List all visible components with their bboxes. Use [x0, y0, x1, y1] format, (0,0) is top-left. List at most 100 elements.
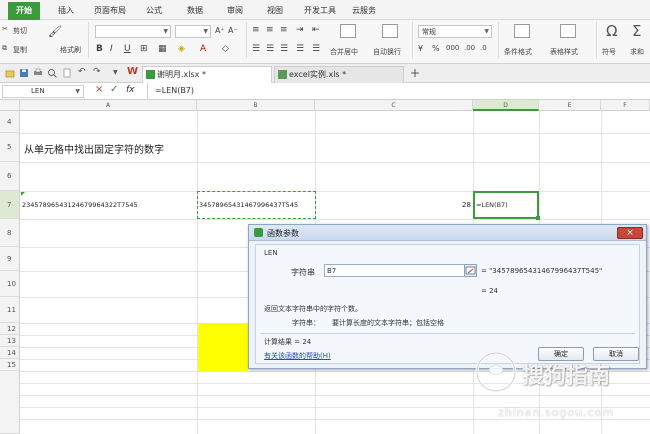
tab-formulas[interactable]: 公式 [141, 3, 167, 19]
align-left-icon[interactable]: ☰ [252, 44, 260, 54]
dialog-title-bar[interactable]: 函数参数 × [249, 225, 646, 241]
save-icon[interactable] [19, 68, 29, 78]
justify-icon[interactable]: ☰ [296, 44, 304, 54]
cancel-formula-button[interactable]: × [95, 84, 103, 95]
grid-icon[interactable]: ▦ [158, 44, 167, 54]
thousands-icon[interactable]: 000 [446, 44, 459, 52]
new-tab-icon[interactable]: + [410, 66, 420, 80]
format-icon[interactable] [62, 68, 72, 78]
confirm-formula-button[interactable]: ✓ [110, 84, 118, 95]
row-header[interactable]: 13 [0, 335, 20, 347]
column-header-d[interactable]: D [473, 100, 539, 111]
clear-format-icon[interactable]: ◇ [222, 44, 229, 54]
tab-insert[interactable]: 插入 [52, 3, 80, 19]
dropdown-arrow-icon[interactable]: ▼ [113, 69, 118, 76]
preview-icon[interactable] [47, 68, 57, 78]
row-header[interactable]: 8 [0, 219, 20, 247]
tab-developer[interactable]: 开发工具 [300, 3, 340, 19]
font-grow-icon[interactable]: A⁺ [215, 26, 225, 35]
align-bottom-icon[interactable]: ≡ [280, 25, 288, 35]
italic-button[interactable]: I [110, 44, 113, 54]
underline-button[interactable]: U [124, 44, 131, 54]
align-center-icon[interactable]: ☰ [266, 44, 274, 54]
number-format-combo[interactable]: 常规 ▼ [418, 25, 492, 38]
copy-icon[interactable]: ⧉ [2, 44, 7, 53]
tab-data[interactable]: 数据 [182, 3, 208, 19]
cell-b7[interactable]: 34578965431467996437T545 [199, 201, 298, 209]
decrease-decimal-icon[interactable]: .0 [480, 44, 487, 52]
print-icon[interactable] [33, 68, 43, 78]
scissors-icon[interactable]: ✂ [2, 25, 8, 33]
highlighted-cells[interactable] [198, 324, 248, 371]
font-shrink-icon[interactable]: A⁻ [228, 26, 238, 35]
undo-icon[interactable]: ↶ [78, 67, 86, 77]
row-header[interactable]: 9 [0, 247, 20, 271]
sum-button[interactable]: 求和 [630, 47, 644, 57]
help-link[interactable]: 有关该函数的帮助(H) [264, 351, 331, 361]
close-button[interactable]: × [617, 227, 643, 239]
border-icon[interactable]: ⊞ [140, 44, 148, 54]
tab-home[interactable]: 开始 [8, 2, 40, 20]
indent-icon[interactable]: ⇥ [296, 25, 304, 35]
tab-page-layout[interactable]: 页面布局 [90, 3, 130, 19]
cell-a5[interactable]: 从单元格中找出固定字符的数字 [24, 141, 164, 156]
doc-tab-active[interactable]: 谢明月.xlsx * [142, 66, 272, 83]
column-header-b[interactable]: B [197, 100, 315, 111]
font-size-combo[interactable]: ▼ [175, 25, 211, 38]
column-header-a[interactable]: A [20, 100, 197, 111]
open-folder-icon[interactable] [5, 68, 15, 78]
merge-center-button[interactable]: 合并居中 [330, 47, 358, 57]
align-top-icon[interactable]: ≡ [252, 25, 260, 35]
font-color-icon[interactable]: A [200, 44, 206, 54]
tab-review[interactable]: 审阅 [222, 3, 248, 19]
font-name-combo[interactable]: ▼ [95, 25, 171, 38]
cut-button[interactable]: 剪切 [13, 26, 27, 36]
format-painter-button[interactable]: 格式刷 [60, 45, 81, 55]
column-header-e[interactable]: E [539, 100, 601, 111]
cell-a7[interactable]: 23457896543124679964322T7545 [22, 201, 138, 209]
select-all-corner[interactable] [0, 100, 20, 111]
chevron-down-icon[interactable]: ▼ [75, 88, 80, 95]
name-box[interactable]: LEN ▼ [2, 85, 84, 98]
table-style-button[interactable]: 表格样式 [550, 47, 578, 57]
bold-button[interactable]: B [96, 44, 103, 54]
row-header[interactable]: 11 [0, 297, 20, 323]
formula-input[interactable]: =LEN(B7) [155, 86, 194, 95]
row-header[interactable]: 12 [0, 323, 20, 335]
tab-view[interactable]: 视图 [262, 3, 288, 19]
active-cell-d7[interactable]: =LEN(B7) [473, 191, 539, 219]
row-header[interactable]: 14 [0, 347, 20, 359]
doc-tab[interactable]: excel实例.xls * [274, 66, 404, 83]
redo-icon[interactable]: ↷ [93, 67, 101, 77]
sogou-watermark: 搜狗指南 zhinan.sogou.com [468, 350, 648, 430]
row-header[interactable]: 4 [0, 111, 20, 133]
row-header[interactable]: 15 [0, 359, 20, 371]
format-painter-icon[interactable]: 🖌 [48, 25, 62, 38]
sum-icon[interactable]: Σ [632, 22, 641, 40]
collapse-dialog-button[interactable] [464, 264, 477, 277]
wrap-text-button[interactable]: 自动换行 [373, 47, 401, 57]
distribute-icon[interactable]: ☰ [312, 44, 320, 54]
row-header[interactable]: 10 [0, 271, 20, 297]
argument-input[interactable]: B7 [324, 264, 470, 277]
align-right-icon[interactable]: ☰ [280, 44, 288, 54]
percent-icon[interactable]: % [432, 44, 440, 53]
cell-c7[interactable]: 28 [462, 201, 471, 209]
symbol-icon[interactable]: Ω [606, 22, 617, 40]
align-middle-icon[interactable]: ≡ [266, 25, 274, 35]
column-header-f[interactable]: F [601, 100, 650, 111]
fill-color-icon[interactable]: ◈ [178, 44, 185, 54]
fill-handle[interactable] [536, 216, 540, 220]
row-header[interactable]: 5 [0, 133, 20, 162]
column-header-c[interactable]: C [315, 100, 473, 111]
tab-cloud[interactable]: 云服务 [348, 3, 380, 19]
row-header[interactable]: 6 [0, 162, 20, 191]
outdent-icon[interactable]: ⇤ [312, 25, 320, 35]
copy-button[interactable]: 复制 [13, 45, 27, 55]
conditional-format-button[interactable]: 条件格式 [504, 47, 532, 57]
symbol-button[interactable]: 符号 [602, 47, 616, 57]
insert-function-button[interactable]: fx [126, 85, 135, 95]
currency-icon[interactable]: ¥ [418, 44, 423, 53]
row-header[interactable]: 7 [0, 191, 20, 219]
increase-decimal-icon[interactable]: .00 [464, 44, 475, 52]
